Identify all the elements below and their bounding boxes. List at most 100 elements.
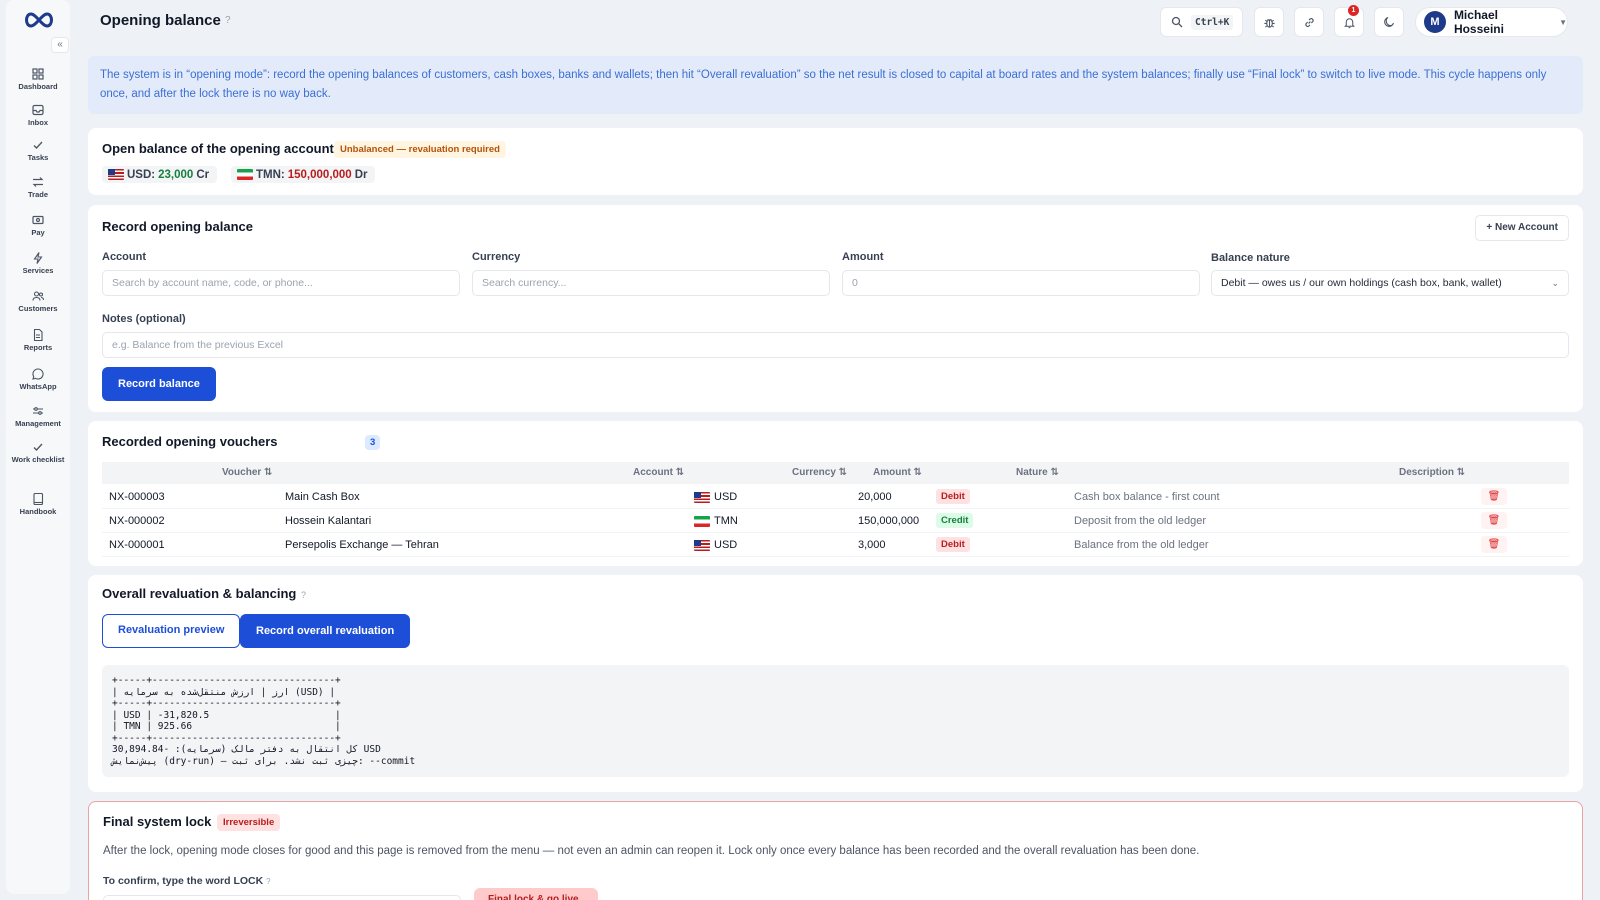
column-header-description[interactable]: Description ⇅ (1399, 467, 1465, 478)
voucher-cell: NX-000001 (109, 539, 165, 551)
sidebar-item-label: Inbox (28, 118, 48, 127)
final-lock-button[interactable]: Final lock & go live (474, 888, 598, 900)
record-opening-balance-card: Record opening balance + New Account Acc… (88, 205, 1583, 412)
amount-cell: 20,000 (858, 491, 892, 503)
book-icon (33, 492, 44, 506)
avatar: M (1424, 11, 1446, 33)
sidebar-item-pay[interactable]: Pay (6, 213, 70, 237)
status-badge: Unbalanced — revaluation required (334, 141, 506, 158)
nature-badge: Debit (936, 489, 970, 504)
account-label: Account (102, 251, 146, 263)
notification-count-badge: 1 (1348, 5, 1359, 16)
balance-card-title: Open balance of the opening account (102, 141, 334, 156)
sidebar-item-inbox[interactable]: Inbox (6, 103, 70, 127)
sidebar-item-management[interactable]: Management (6, 404, 70, 428)
swap-icon (32, 177, 44, 187)
file-icon (33, 328, 43, 342)
table-row: NX-000002 Hossein Kalantari TMN 150,000,… (102, 509, 1569, 533)
us-flag-icon (694, 539, 710, 551)
sidebar: « Dashboard Inbox Tasks Trade Pay Servic… (6, 0, 70, 894)
trash-icon[interactable]: 🗑 (1481, 488, 1507, 505)
balance-chip-tmn: TMN: 150,000,000 Dr (231, 166, 376, 183)
us-flag-icon (108, 169, 124, 180)
sidebar-item-reports[interactable]: Reports (6, 328, 70, 352)
info-icon[interactable]: ? (225, 15, 231, 26)
wallet-icon (32, 215, 44, 225)
revaluation-output-console: +-----+--------------------------------+… (102, 665, 1569, 777)
trash-icon[interactable]: 🗑 (1481, 536, 1507, 553)
bug-report-button[interactable] (1254, 7, 1284, 37)
amount-cell: 150,000,000 (858, 515, 920, 527)
description-cell: Cash box balance - first count (1074, 491, 1220, 503)
collapse-sidebar-button[interactable]: « (51, 37, 69, 53)
amount-input[interactable]: 0 (842, 270, 1200, 296)
app-logo[interactable] (22, 10, 56, 30)
currency-search-input[interactable]: Search currency... (472, 270, 830, 296)
sidebar-item-label: Reports (23, 343, 53, 352)
info-icon[interactable]: ? (301, 590, 306, 600)
info-icon[interactable]: ? (266, 877, 270, 886)
search-shortcut: Ctrl+K (1191, 14, 1234, 30)
trash-icon[interactable]: 🗑 (1481, 512, 1507, 529)
balance-nature-select[interactable]: Debit — owes us / our own holdings (cash… (1211, 270, 1569, 296)
sidebar-item-tasks[interactable]: Tasks (6, 138, 70, 162)
iran-flag-icon (694, 515, 710, 527)
sidebar-item-handbook[interactable]: Handbook (6, 492, 70, 516)
search-button[interactable]: Ctrl+K (1160, 7, 1243, 37)
irreversible-badge: Irreversible (217, 814, 281, 831)
table-row: NX-000001 Persepolis Exchange — Tehran U… (102, 533, 1569, 557)
link-icon (1304, 17, 1314, 27)
lock-description: After the lock, opening mode closes for … (103, 845, 1200, 857)
voucher-cell: NX-000003 (109, 491, 165, 503)
account-search-input[interactable]: Search by account name, code, or phone..… (102, 270, 460, 296)
nature-badge: Credit (936, 513, 974, 528)
vouchers-title: Recorded opening vouchers (102, 434, 278, 449)
column-header-amount[interactable]: Amount ⇅ (873, 467, 922, 478)
form-title: Record opening balance (102, 219, 253, 234)
link-button[interactable] (1294, 7, 1324, 37)
column-header-voucher[interactable]: Voucher ⇅ (222, 467, 272, 478)
user-menu-button[interactable]: M Michael Hosseini ▼ (1415, 7, 1568, 37)
column-header-account[interactable]: Account ⇅ (633, 467, 684, 478)
sidebar-item-label: Handbook (19, 507, 57, 516)
sidebar-item-work-checklist[interactable]: Work checklist (6, 440, 70, 464)
sidebar-item-whatsapp[interactable]: WhatsApp (6, 367, 70, 391)
iran-flag-icon (237, 169, 253, 180)
record-overall-revaluation-button[interactable]: Record overall revaluation (240, 614, 411, 648)
column-header-currency[interactable]: Currency ⇅ (792, 467, 847, 478)
sidebar-item-customers[interactable]: Customers (6, 289, 70, 313)
lock-title: Final system lock (103, 814, 212, 829)
sidebar-item-label: Trade (27, 190, 48, 199)
new-account-button[interactable]: + New Account (1475, 215, 1569, 241)
nature-badge: Debit (936, 537, 970, 552)
notes-input[interactable]: e.g. Balance from the previous Excel (102, 332, 1569, 358)
chevron-down-icon: ⌄ (1551, 278, 1559, 288)
notifications-button[interactable]: 1 (1334, 5, 1364, 37)
revaluation-preview-button[interactable]: Revaluation preview (102, 614, 241, 648)
check-icon (33, 141, 43, 149)
page-title: Opening balance (100, 12, 221, 29)
recorded-vouchers-card: Recorded opening vouchers 3 Voucher ⇅ Ac… (88, 421, 1583, 566)
user-name: Michael Hosseini (1453, 8, 1504, 36)
confirm-label: To confirm, type the word LOCK ? (103, 875, 271, 887)
bell-icon (1343, 17, 1355, 28)
currency-cell: USD (694, 539, 737, 551)
currency-cell: USD (694, 491, 737, 503)
opening-mode-banner: The system is in “opening mode”: record … (88, 56, 1583, 114)
check-icon (33, 443, 43, 451)
record-balance-button[interactable]: Record balance (102, 367, 216, 401)
sidebar-item-services[interactable]: Services (6, 251, 70, 275)
sliders-icon (33, 407, 43, 415)
opening-account-balance-card: Open balance of the opening account Unba… (88, 128, 1583, 195)
chevron-down-icon: ▼ (1559, 17, 1567, 27)
search-icon (1171, 16, 1183, 28)
sidebar-item-trade[interactable]: Trade (6, 175, 70, 199)
final-lock-card: Final system lock Irreversible After the… (88, 801, 1583, 900)
lock-confirm-input[interactable] (103, 895, 461, 900)
notes-label: Notes (optional) (102, 313, 186, 325)
account-cell: Main Cash Box (285, 491, 360, 503)
sidebar-item-dashboard[interactable]: Dashboard (6, 67, 70, 91)
column-header-nature[interactable]: Nature ⇅ (1016, 467, 1059, 478)
sidebar-item-label: Work checklist (11, 455, 65, 464)
theme-toggle-button[interactable] (1374, 7, 1404, 37)
